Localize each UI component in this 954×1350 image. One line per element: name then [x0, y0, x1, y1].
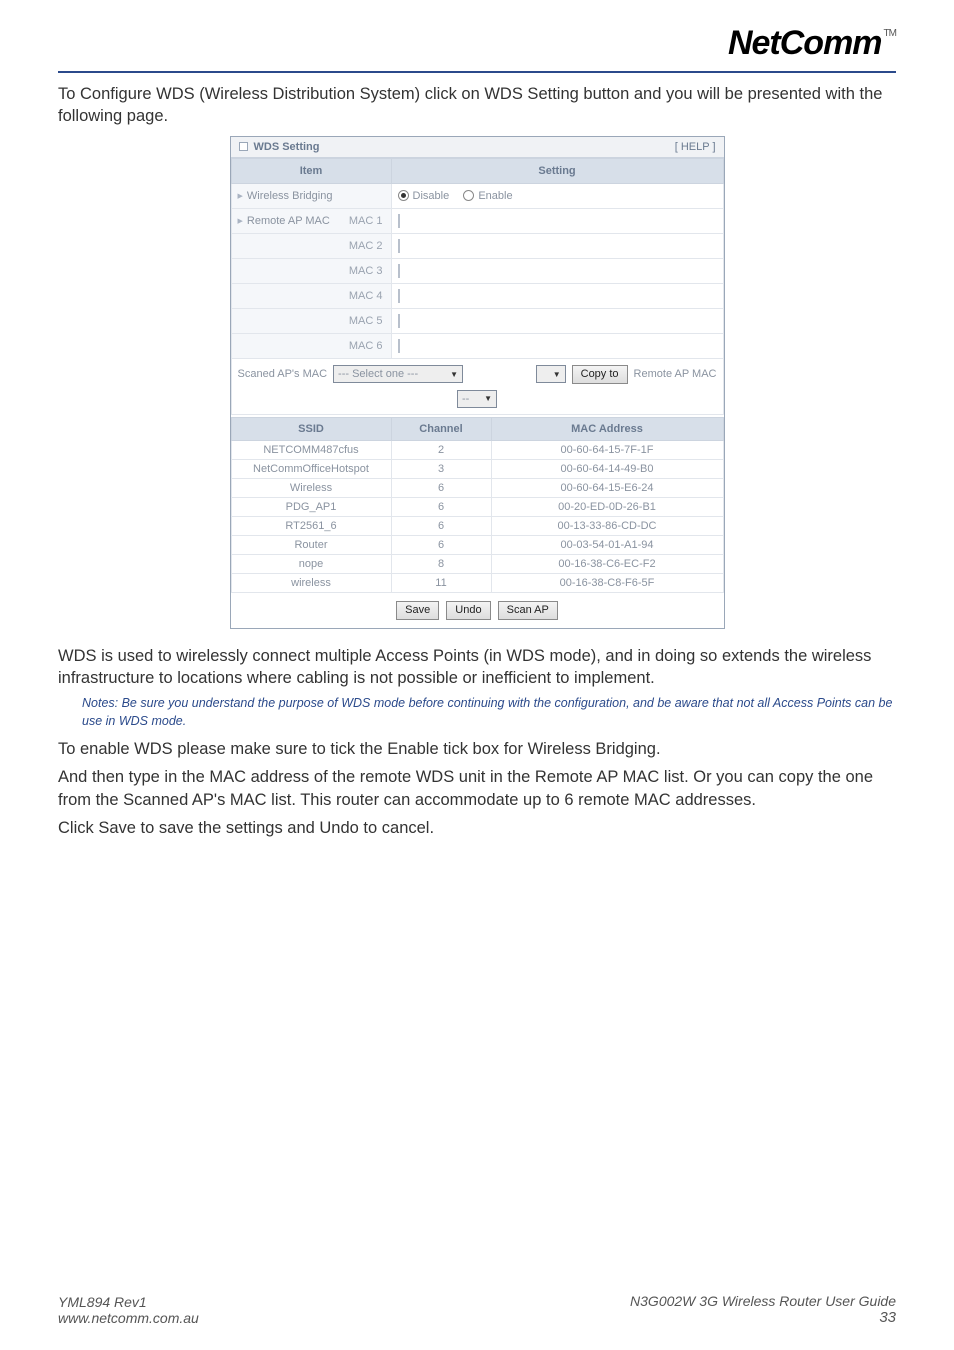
- mac3-input[interactable]: [398, 264, 400, 278]
- save-instruction: Click Save to save the settings and Undo…: [58, 817, 896, 839]
- save-button[interactable]: Save: [396, 601, 439, 620]
- chevron-right-icon: ▶: [238, 192, 243, 200]
- copy-dest-select[interactable]: ▼: [536, 365, 566, 383]
- brand-name: NetComm: [728, 24, 882, 63]
- table-row: Router600-03-54-01-A1-94: [231, 535, 723, 554]
- table-row: NetCommOfficeHotspot300-60-64-14-49-B0: [231, 459, 723, 478]
- mac2-label: MAC 2: [349, 240, 383, 252]
- copyto-button[interactable]: Copy to: [572, 365, 628, 384]
- scanned-ap-table: SSID Channel MAC Address NETCOMM487cfus2…: [231, 417, 724, 593]
- col-setting: Setting: [391, 158, 723, 183]
- scanned-ap-mac-label: Scaned AP's MAC: [238, 368, 328, 380]
- chevron-down-icon: ▼: [484, 394, 492, 403]
- channel-header: Channel: [391, 417, 491, 440]
- mac-header: MAC Address: [491, 417, 723, 440]
- page-footer: YML894 Rev1 www.netcomm.com.au N3G002W 3…: [58, 1293, 896, 1326]
- mac6-label: MAC 6: [349, 340, 383, 352]
- wds-setting-panel: WDS Setting [ HELP ] Item Setting ▶ Wire…: [230, 136, 725, 629]
- footer-rev: YML894 Rev1: [58, 1294, 199, 1310]
- footer-url: www.netcomm.com.au: [58, 1310, 199, 1326]
- remote-ap-mac-trail: Remote AP MAC: [634, 368, 717, 380]
- mac-instruction: And then type in the MAC address of the …: [58, 766, 896, 811]
- page-number: 33: [630, 1309, 896, 1326]
- table-row: RT2561_6600-13-33-86-CD-DC: [231, 516, 723, 535]
- mac3-label: MAC 3: [349, 265, 383, 277]
- table-row: PDG_AP1600-20-ED-0D-26-B1: [231, 497, 723, 516]
- disable-radio[interactable]: [398, 190, 409, 201]
- mac5-input[interactable]: [398, 314, 400, 328]
- trademark: TM: [884, 28, 896, 39]
- panel-icon: [239, 142, 248, 151]
- config-table: Item Setting ▶ Wireless Bridging Disable: [231, 158, 724, 415]
- col-item: Item: [231, 158, 391, 183]
- mac1-input[interactable]: [398, 214, 400, 228]
- table-row: Wireless600-60-64-15-E6-24: [231, 478, 723, 497]
- intro-paragraph: To Configure WDS (Wireless Distribution …: [58, 83, 896, 128]
- header-bar: NetComm TM: [58, 20, 896, 73]
- enable-radio[interactable]: [463, 190, 474, 201]
- chevron-right-icon: ▶: [238, 217, 243, 225]
- undo-button[interactable]: Undo: [446, 601, 490, 620]
- wds-note: Notes: Be sure you understand the purpos…: [82, 695, 896, 730]
- chevron-down-icon: ▼: [450, 370, 458, 379]
- remote-ap-mac-label: Remote AP MAC: [247, 215, 330, 227]
- help-link[interactable]: [ HELP ]: [675, 141, 716, 153]
- mac6-input[interactable]: [398, 339, 400, 353]
- brand-logo: NetComm TM: [728, 24, 896, 63]
- scanned-ap-select[interactable]: --- Select one ---▼: [333, 365, 463, 383]
- mac4-input[interactable]: [398, 289, 400, 303]
- wireless-bridging-label: Wireless Bridging: [247, 190, 333, 202]
- table-row: NETCOMM487cfus200-60-64-15-7F-1F: [231, 440, 723, 459]
- footer-guide-title: N3G002W 3G Wireless Router User Guide: [630, 1293, 896, 1309]
- ssid-header: SSID: [231, 417, 391, 440]
- small-select[interactable]: --▼: [457, 390, 497, 408]
- mac4-label: MAC 4: [349, 290, 383, 302]
- mac2-input[interactable]: [398, 239, 400, 253]
- table-row: wireless1100-16-38-C8-F6-5F: [231, 573, 723, 592]
- table-row: nope800-16-38-C6-EC-F2: [231, 554, 723, 573]
- disable-label: Disable: [413, 190, 450, 202]
- chevron-down-icon: ▼: [553, 370, 561, 379]
- panel-title: WDS Setting: [254, 141, 320, 153]
- enable-instruction: To enable WDS please make sure to tick t…: [58, 738, 896, 760]
- scan-ap-button[interactable]: Scan AP: [498, 601, 558, 620]
- mac1-label: MAC 1: [349, 215, 383, 227]
- mac5-label: MAC 5: [349, 315, 383, 327]
- wds-description: WDS is used to wirelessly connect multip…: [58, 645, 896, 690]
- enable-label: Enable: [478, 190, 512, 202]
